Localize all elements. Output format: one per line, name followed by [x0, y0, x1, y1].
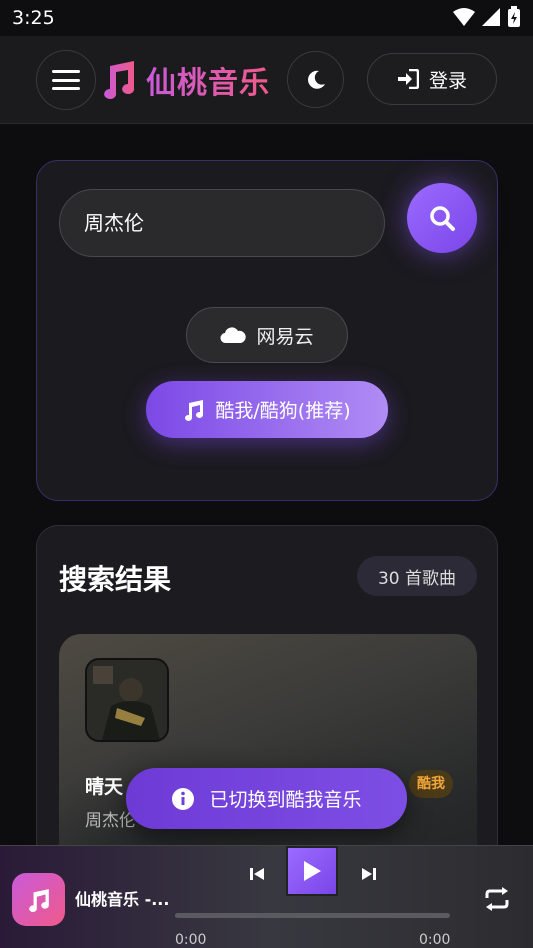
login-label: 登录 [428, 69, 467, 92]
results-count-badge: 30 首歌曲 [357, 556, 477, 596]
info-icon [172, 787, 195, 810]
toast-message: 已切换到酷我音乐 [209, 789, 362, 811]
source-kuwo-label: 酷我/酷狗(推荐) [215, 400, 351, 422]
source-tag-badge: 酷我 [409, 770, 453, 798]
toast-notification: 已切换到酷我音乐 [126, 768, 407, 829]
play-button[interactable] [286, 846, 338, 896]
source-kuwo-button[interactable]: 酷我/酷狗(推荐) [146, 381, 388, 438]
current-time: 0:00 [175, 932, 207, 948]
song-title: 晴天 [85, 776, 124, 798]
progress-bar[interactable] [175, 913, 450, 918]
moon-icon [307, 70, 325, 89]
wifi-icon [453, 8, 475, 26]
next-button[interactable] [358, 863, 380, 885]
search-button[interactable] [407, 183, 477, 253]
app-title: 仙桃音乐 [146, 58, 270, 102]
search-panel: 周杰伦 网易云 酷我/酷狗(推荐) [36, 160, 498, 501]
login-button[interactable]: 登录 [367, 53, 497, 105]
music-note-icon [104, 61, 135, 99]
music-note-icon [185, 399, 204, 421]
search-input[interactable]: 周杰伦 [59, 189, 385, 257]
skip-next-icon [362, 868, 376, 880]
play-icon [304, 861, 321, 881]
source-netease-label: 网易云 [256, 325, 314, 348]
now-playing-title: 仙桃音乐 -... [75, 890, 170, 909]
player-bar: 仙桃音乐 -... 0:00 0:00 [0, 845, 533, 948]
battery-icon [508, 6, 520, 27]
status-time: 3:25 [12, 7, 55, 29]
sign-in-icon [397, 69, 419, 89]
status-icons [453, 6, 521, 28]
skip-previous-icon [250, 868, 264, 880]
music-note-icon [28, 888, 49, 912]
now-playing-art [12, 873, 65, 926]
status-bar: 3:25 [0, 0, 533, 36]
search-icon [430, 206, 455, 231]
repeat-button[interactable] [482, 884, 512, 914]
album-cover [85, 658, 169, 742]
signal-icon [482, 8, 500, 26]
source-netease-button[interactable]: 网易云 [186, 307, 348, 363]
theme-toggle-button[interactable] [287, 51, 344, 108]
total-time: 0:00 [419, 932, 451, 948]
app-header: 仙桃音乐 登录 [0, 36, 533, 124]
repeat-icon [485, 887, 509, 911]
app-logo: 仙桃音乐 [100, 58, 270, 102]
previous-button[interactable] [246, 863, 268, 885]
hamburger-icon [52, 70, 80, 90]
results-title: 搜索结果 [59, 563, 172, 596]
menu-button[interactable] [36, 50, 96, 110]
cloud-icon [220, 327, 247, 344]
